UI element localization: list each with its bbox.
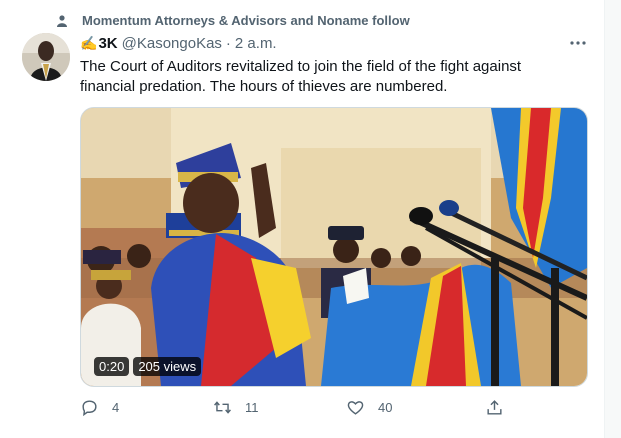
reply-icon: [82, 400, 97, 417]
user-handle[interactable]: @KasongoKas: [122, 35, 222, 52]
display-name[interactable]: 3K: [98, 35, 117, 52]
video-stats: 0:20 205 views: [94, 357, 202, 376]
retweet-icon: [214, 401, 231, 414]
video-frame: [81, 108, 587, 386]
retweet-button[interactable]: 11: [213, 398, 259, 417]
video-player[interactable]: 0:20 205 views: [80, 107, 588, 387]
tweet-text: The Court of Auditors revitalized to joi…: [80, 58, 522, 95]
like-count: 40: [378, 400, 393, 415]
like-icon: [347, 401, 364, 415]
tweet-actions: 4 11 40: [80, 398, 510, 420]
reply-count: 4: [112, 400, 120, 415]
social-context-text[interactable]: Momentum Attorneys & Advisors and Noname…: [82, 13, 410, 28]
writing-hand-emoji: ✍️: [80, 35, 98, 51]
person-icon: [57, 14, 67, 27]
like-button[interactable]: 40: [346, 398, 392, 417]
tweet-card[interactable]: Momentum Attorneys & Advisors and Noname…: [0, 0, 605, 438]
share-button[interactable]: [485, 398, 504, 417]
social-context: Momentum Attorneys & Advisors and Noname…: [56, 13, 410, 28]
video-duration: 0:20: [94, 357, 130, 376]
reply-button[interactable]: 4: [80, 398, 119, 417]
video-views: 205 views: [133, 357, 202, 376]
retweet-count: 11: [245, 400, 259, 415]
tweet-time[interactable]: 2 a.m.: [235, 35, 277, 52]
more-icon[interactable]: [568, 34, 588, 52]
separator-dot: ·: [225, 35, 231, 52]
tweet-header: ✍️ 3K @KasongoKas · 2 a.m.: [80, 35, 277, 52]
share-icon: [487, 400, 502, 415]
avatar[interactable]: [22, 33, 70, 81]
